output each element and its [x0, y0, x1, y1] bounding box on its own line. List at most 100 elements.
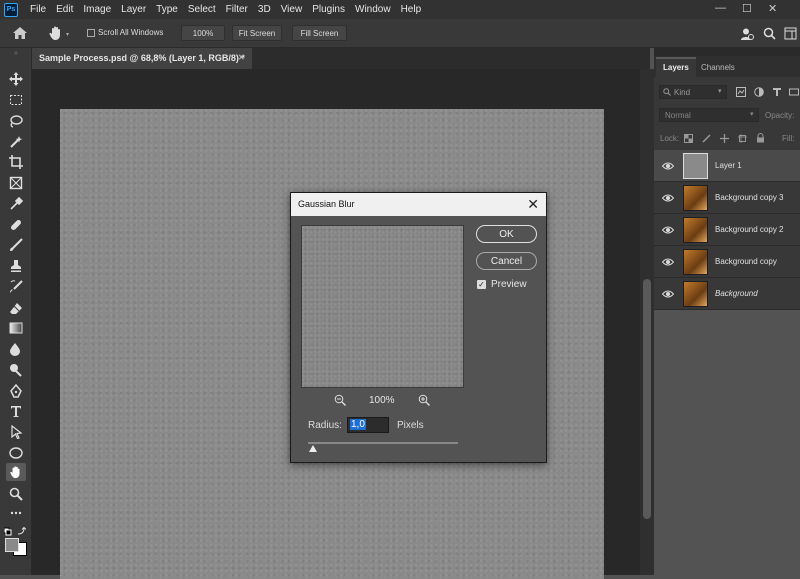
layers-empty-area	[654, 310, 800, 575]
tab-layers[interactable]: Layers	[663, 63, 689, 72]
filter-type-icon[interactable]	[772, 87, 782, 97]
menu-bar: Ps File Edit Image Layer Type Select Fil…	[0, 0, 800, 19]
gradient-tool[interactable]	[6, 319, 26, 337]
layer-row-background-copy-2[interactable]: Background copy 2	[654, 214, 800, 246]
hand-icon	[10, 466, 20, 479]
radius-unit-label: Pixels	[397, 420, 424, 431]
more-icon	[10, 511, 22, 515]
workspace-icon[interactable]	[784, 27, 797, 40]
more-tools[interactable]	[6, 504, 26, 522]
home-icon[interactable]	[12, 26, 28, 40]
dialog-close-button[interactable]: ✕	[527, 196, 539, 213]
filter-pixel-icon[interactable]	[736, 87, 746, 97]
minimize-button[interactable]: —	[715, 2, 726, 14]
ok-button[interactable]: OK	[476, 225, 537, 243]
eraser-tool[interactable]	[6, 299, 26, 317]
dodge-icon	[10, 364, 22, 377]
menu-plugins[interactable]: Plugins	[307, 4, 350, 15]
layer-row-background[interactable]: Background	[654, 278, 800, 310]
search-icon[interactable]	[763, 27, 776, 40]
menu-view[interactable]: View	[276, 4, 308, 15]
preview-checkbox[interactable]: ✓	[477, 280, 486, 289]
shape-tool[interactable]	[6, 444, 26, 462]
blend-mode-select[interactable]: Normal ▾	[659, 108, 759, 122]
pen-tool[interactable]	[6, 382, 26, 400]
zoom-out-icon[interactable]	[334, 394, 346, 406]
visibility-eye-icon[interactable]	[662, 256, 674, 268]
history-brush-tool[interactable]	[6, 278, 26, 296]
menu-filter[interactable]: Filter	[221, 4, 253, 15]
menu-select[interactable]: Select	[183, 4, 221, 15]
preview-label: Preview	[491, 279, 527, 290]
dialog-title: Gaussian Blur	[298, 199, 355, 209]
menu-file[interactable]: File	[25, 4, 51, 15]
menu-edit[interactable]: Edit	[51, 4, 78, 15]
radius-input[interactable]: 1,0	[347, 417, 389, 433]
hand-tool[interactable]	[6, 463, 26, 481]
layer-row-background-copy[interactable]: Background copy	[654, 246, 800, 278]
blend-mode-value: Normal	[665, 111, 691, 120]
maximize-button[interactable]: ☐	[742, 2, 752, 15]
healing-brush-tool[interactable]	[6, 216, 26, 234]
zoom-tool[interactable]	[6, 485, 26, 503]
lock-artboard-icon[interactable]	[738, 134, 747, 143]
tab-channels[interactable]: Channels	[701, 63, 735, 72]
foreground-color-swatch[interactable]	[5, 538, 19, 552]
lasso-tool[interactable]	[6, 112, 26, 130]
filter-adjustment-icon[interactable]	[754, 87, 764, 97]
layer-thumbnail	[683, 153, 708, 179]
visibility-eye-icon[interactable]	[662, 192, 674, 204]
marquee-tool[interactable]	[6, 91, 26, 109]
layer-name: Background	[715, 289, 758, 298]
radius-slider-thumb[interactable]	[309, 445, 317, 452]
layer-row-background-copy-3[interactable]: Background copy 3	[654, 182, 800, 214]
zoom-100-button[interactable]: 100%	[181, 25, 225, 41]
radius-slider-track[interactable]	[308, 442, 458, 444]
path-selection-tool[interactable]	[6, 423, 26, 441]
menu-layer[interactable]: Layer	[116, 4, 151, 15]
close-window-button[interactable]: ✕	[768, 2, 777, 15]
lock-position-icon[interactable]	[720, 134, 729, 143]
tool-preset-chevron-icon[interactable]: ▾	[66, 31, 69, 38]
menu-window[interactable]: Window	[350, 4, 396, 15]
brush-tool[interactable]	[6, 236, 26, 254]
scroll-all-windows-checkbox[interactable]	[87, 29, 95, 37]
zoom-in-icon[interactable]	[418, 394, 430, 406]
fill-screen-button[interactable]: Fill Screen	[292, 25, 347, 41]
filter-preview[interactable]	[301, 225, 464, 388]
layer-row-layer-1[interactable]: Layer 1	[654, 150, 800, 182]
default-colors-icon[interactable]	[4, 526, 26, 536]
kind-filter-select[interactable]: Kind ▾	[659, 85, 727, 99]
visibility-eye-icon[interactable]	[662, 288, 674, 300]
clone-stamp-tool[interactable]	[6, 257, 26, 275]
visibility-eye-icon[interactable]	[662, 160, 674, 172]
menu-3d[interactable]: 3D	[253, 4, 276, 15]
gaussian-blur-dialog: Gaussian Blur ✕ OK Cancel ✓ Preview 100%…	[290, 192, 547, 463]
preview-zoom-value: 100%	[369, 395, 395, 406]
menu-type[interactable]: Type	[151, 4, 183, 15]
magic-wand-tool[interactable]	[6, 133, 26, 151]
blur-tool[interactable]	[6, 340, 26, 358]
menu-image[interactable]: Image	[78, 4, 116, 15]
dodge-tool[interactable]	[6, 361, 26, 379]
cancel-button[interactable]: Cancel	[476, 252, 537, 270]
type-tool[interactable]	[6, 402, 26, 420]
crop-tool[interactable]	[6, 153, 26, 171]
lock-transparent-icon[interactable]	[684, 134, 693, 143]
move-tool[interactable]	[6, 70, 26, 88]
document-tab-close[interactable]: ✕	[238, 53, 245, 62]
menu-help[interactable]: Help	[396, 4, 427, 15]
filter-shape-icon[interactable]	[789, 87, 799, 97]
gradient-icon	[9, 322, 23, 334]
visibility-eye-icon[interactable]	[662, 224, 674, 236]
lock-pixels-icon[interactable]	[702, 134, 711, 143]
vertical-scrollbar[interactable]	[640, 69, 654, 575]
fit-screen-button[interactable]: Fit Screen	[232, 25, 282, 41]
share-user-icon[interactable]	[740, 27, 754, 41]
document-tab[interactable]: Sample Process.psd @ 68,8% (Layer 1, RGB…	[32, 48, 252, 69]
eyedropper-tool[interactable]	[6, 195, 26, 213]
collapse-toolbar-icon[interactable]: »	[14, 50, 18, 57]
lock-all-icon[interactable]	[756, 133, 765, 143]
scrollbar-thumb[interactable]	[643, 279, 651, 519]
frame-tool[interactable]	[6, 174, 26, 192]
